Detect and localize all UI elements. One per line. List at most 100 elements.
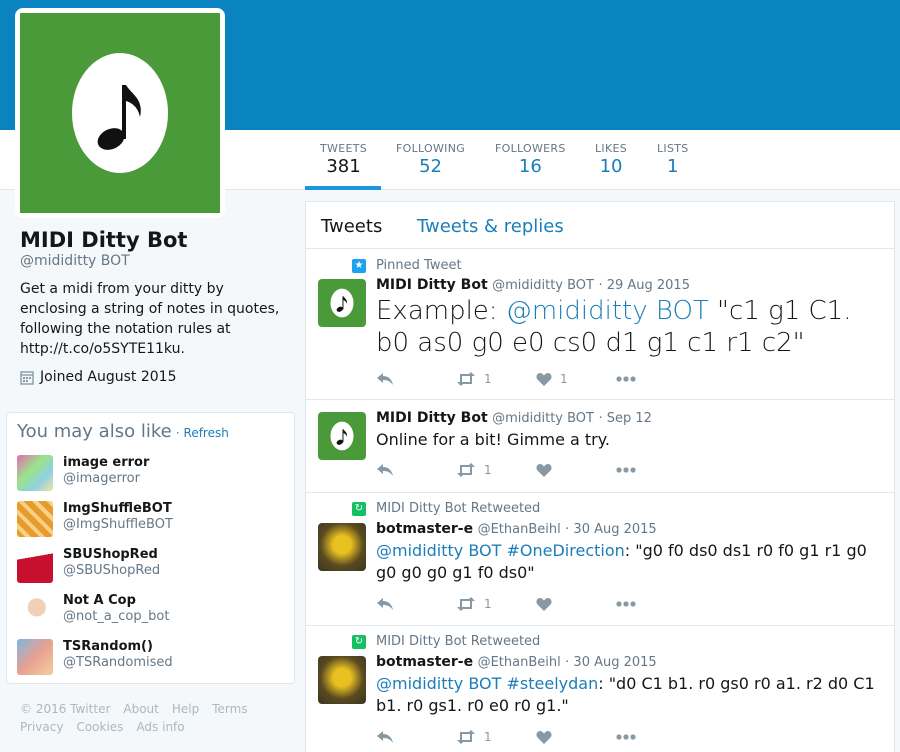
tweet-avatar[interactable] [318, 523, 366, 571]
nav-label: TWEETS [320, 142, 367, 155]
wtf-user-name[interactable]: Not A Cop [63, 593, 169, 608]
reply-icon [377, 598, 393, 610]
more-dots-icon [616, 734, 636, 740]
music-note-icon [330, 288, 354, 318]
tweet-timestamp[interactable]: · 29 Aug 2015 [598, 278, 690, 293]
tweet-author-name[interactable]: MIDI Ditty Bot [376, 277, 488, 293]
profile-avatar[interactable] [15, 8, 225, 218]
tweet-author-handle[interactable]: @mididitty BOT [492, 411, 594, 426]
tweet-author-name[interactable]: MIDI Ditty Bot [376, 410, 488, 426]
nav-count: 1 [667, 156, 679, 177]
retweet-button[interactable]: 1 [456, 730, 536, 744]
tweet-context: ★ Pinned Tweet [352, 258, 462, 273]
tweet-timestamp[interactable]: · Sep 12 [598, 411, 651, 426]
retweet-badge-icon: ↻ [352, 501, 366, 516]
tweet-author-name[interactable]: botmaster-e [376, 654, 473, 670]
mention-link[interactable]: @mididitty BOT [376, 541, 501, 560]
nav-label: FOLLOWING [396, 142, 466, 155]
footer-link-help[interactable]: Help [172, 702, 199, 716]
like-button[interactable] [536, 597, 616, 611]
footer-link-privacy[interactable]: Privacy [20, 720, 63, 734]
wtf-user-name[interactable]: SBUShopRed [63, 547, 160, 562]
wtf-user-name[interactable]: TSRandom() [63, 639, 173, 654]
like-button[interactable] [536, 730, 616, 744]
user-avatar[interactable] [17, 593, 53, 629]
tweet-author-handle[interactable]: @mididitty BOT [492, 278, 594, 293]
tweet-author-handle[interactable]: @EthanBeihl [478, 522, 561, 537]
tweet-author-handle[interactable]: @EthanBeihl [478, 655, 561, 670]
nav-active-underline [305, 186, 381, 190]
like-count: 1 [560, 372, 568, 386]
wtf-user-name[interactable]: ImgShuffleBOT [63, 501, 173, 516]
refresh-link[interactable]: Refresh [184, 426, 229, 440]
hashtag-link[interactable]: #OneDirection [501, 541, 624, 560]
hashtag-link[interactable]: #steelydan [501, 674, 598, 693]
wtf-user-item[interactable]: Not A Cop @not_a_cop_bot [17, 592, 287, 632]
reply-icon [377, 731, 393, 743]
more-button[interactable] [616, 376, 636, 382]
nav-followers[interactable]: FOLLOWERS 16 [495, 142, 566, 177]
tweet[interactable]: ★ Pinned Tweet MIDI Ditty Bot @mididitty… [306, 249, 894, 400]
tweet-avatar[interactable] [318, 412, 366, 460]
profile-handle[interactable]: @mididitty BOT [20, 253, 130, 269]
reply-button[interactable] [376, 597, 456, 611]
footer-link-about[interactable]: About [123, 702, 158, 716]
nav-tweets[interactable]: TWEETS 381 [320, 142, 367, 177]
footer-link-terms[interactable]: Terms [212, 702, 247, 716]
tweet[interactable]: ↻ MIDI Ditty Bot Retweeted botmaster-e @… [306, 493, 894, 626]
user-avatar[interactable] [17, 501, 53, 537]
reply-button[interactable] [376, 730, 456, 744]
retweet-icon [457, 730, 475, 744]
like-button[interactable] [536, 463, 616, 477]
retweet-button[interactable]: 1 [456, 463, 536, 477]
tweet[interactable]: MIDI Ditty Bot @mididitty BOT · Sep 12 O… [306, 400, 894, 493]
footer-link-cookies[interactable]: Cookies [76, 720, 123, 734]
who-to-follow-module: You may also like · Refresh image error @… [6, 412, 295, 684]
joined-date: Joined August 2015 [40, 369, 177, 385]
nav-count: 52 [419, 156, 442, 177]
user-avatar[interactable] [17, 547, 53, 583]
tweet-avatar[interactable] [318, 656, 366, 704]
retweet-button[interactable]: 1 [456, 372, 536, 386]
timeline-tabs: Tweets Tweets & replies [306, 202, 894, 249]
tweet[interactable]: ↻ MIDI Ditty Bot Retweeted botmaster-e @… [306, 626, 894, 752]
tab-tweets[interactable]: Tweets [321, 216, 382, 237]
retweet-count: 1 [484, 730, 492, 744]
wtf-user-item[interactable]: image error @imagerror [17, 454, 287, 494]
wtf-user-item[interactable]: ImgShuffleBOT @ImgShuffleBOT [17, 500, 287, 540]
retweet-count: 1 [484, 597, 492, 611]
user-avatar[interactable] [17, 455, 53, 491]
mention-link[interactable]: @mididitty BOT [376, 674, 501, 693]
more-button[interactable] [616, 734, 636, 740]
retweet-icon [457, 372, 475, 386]
tweet-timestamp[interactable]: · 30 Aug 2015 [565, 522, 657, 537]
tweet-header: MIDI Ditty Bot @mididitty BOT · Sep 12 [376, 410, 652, 426]
like-button[interactable]: 1 [536, 372, 616, 386]
retweet-button[interactable]: 1 [456, 597, 536, 611]
mention-link[interactable]: @mididitty BOT [506, 296, 709, 326]
heart-icon [536, 598, 552, 611]
reply-button[interactable] [376, 372, 456, 386]
user-avatar[interactable] [17, 639, 53, 675]
wtf-title: You may also like [17, 421, 172, 442]
tweet-author-name[interactable]: botmaster-e [376, 521, 473, 537]
tweet-context: ↻ MIDI Ditty Bot Retweeted [352, 501, 540, 516]
nav-count: 10 [599, 156, 623, 177]
tweet-timestamp[interactable]: · 30 Aug 2015 [565, 655, 657, 670]
nav-lists[interactable]: LISTS 1 [657, 142, 689, 177]
tab-tweets-replies[interactable]: Tweets & replies [417, 216, 564, 237]
wtf-user-name[interactable]: image error [63, 455, 149, 470]
wtf-user-handle: @TSRandomised [63, 655, 173, 670]
wtf-user-item[interactable]: SBUShopRed @SBUShopRed [17, 546, 287, 586]
footer-link-ads-info[interactable]: Ads info [136, 720, 184, 734]
more-button[interactable] [616, 601, 636, 607]
reply-button[interactable] [376, 463, 456, 477]
profile-bio: Get a midi from your ditty by enclosing … [20, 281, 280, 357]
more-button[interactable] [616, 467, 636, 473]
nav-following[interactable]: FOLLOWING 52 [396, 142, 465, 177]
profile-name[interactable]: MIDI Ditty Bot [20, 228, 187, 252]
tweet-avatar[interactable] [318, 279, 366, 327]
wtf-user-item[interactable]: TSRandom() @TSRandomised [17, 638, 287, 678]
nav-likes[interactable]: LIKES 10 [595, 142, 627, 177]
reply-icon [377, 373, 393, 385]
